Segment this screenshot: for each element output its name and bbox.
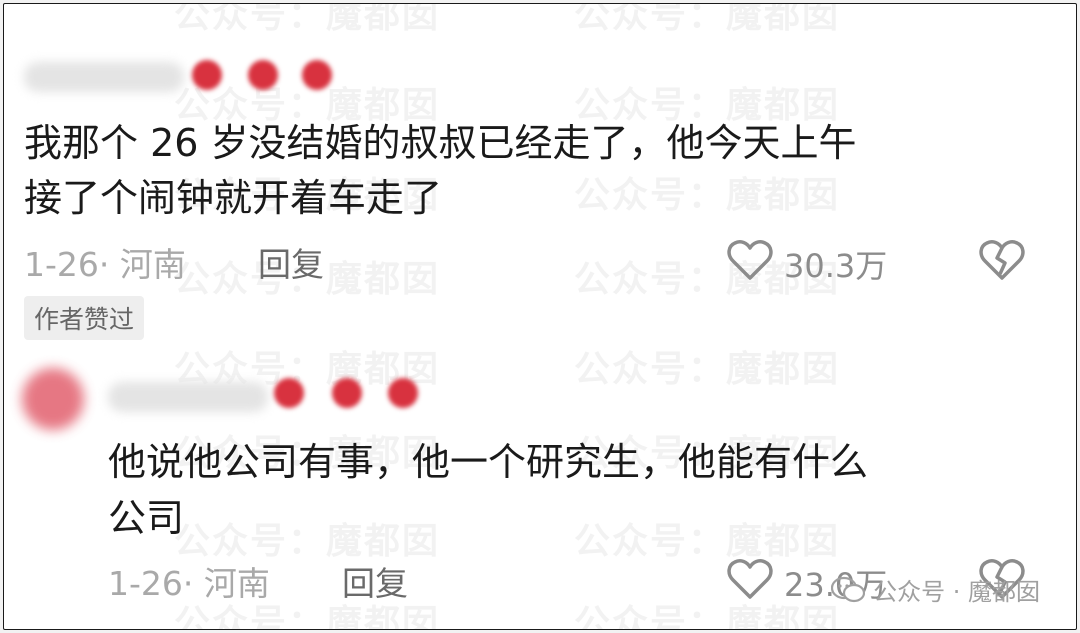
redaction-dot (274, 378, 304, 408)
like-count: 30.3万 (784, 247, 888, 285)
heart-outline-icon[interactable] (726, 238, 774, 282)
comment-text-line: 公司 (108, 496, 185, 540)
comment-date-location: 1-26· 河南 (108, 564, 270, 603)
watermark-text: 公众号：魔都囡 (574, 349, 841, 390)
comment-text-line: 我那个 26 岁没结婚的叔叔已经走了，他今天上午 (24, 121, 857, 165)
heart-outline-icon[interactable] (726, 557, 774, 601)
author-liked-badge: 作者赞过 (24, 296, 145, 340)
watermark-text: 公众号：魔都囡 (574, 521, 841, 562)
redaction-dot (248, 60, 278, 90)
comment-panel: 公众号：魔都囡 公众号：魔都囡 公众号：魔都囡 公众号：魔都囡 公众号：魔都囡 … (3, 3, 1077, 630)
username-redacted (108, 382, 268, 412)
redaction-dot (388, 378, 418, 408)
wechat-icon (831, 576, 866, 602)
footer-watermark-text: 公众号 · 魔都囡 (873, 578, 1040, 606)
redaction-dot (302, 60, 332, 90)
comment-text-line: 他说他公司有事，他一个研究生，他能有什么 (108, 440, 869, 484)
broken-heart-icon[interactable] (978, 238, 1026, 282)
username-redacted (24, 62, 184, 92)
watermark-text: 公众号：魔都囡 (574, 3, 841, 36)
redaction-dot (332, 378, 362, 408)
comment-date-location: 1-26· 河南 (24, 245, 186, 284)
redaction-dot (192, 60, 222, 90)
avatar[interactable] (22, 368, 84, 430)
reply-button[interactable]: 回复 (342, 557, 408, 605)
comment-text-line: 接了个闹钟就开着车走了 (24, 176, 443, 220)
watermark-text: 公众号：魔都囡 (574, 175, 841, 216)
watermark-text: 公众号：魔都囡 (174, 3, 441, 36)
reply-button[interactable]: 回复 (258, 238, 324, 286)
footer-watermark: 公众号 · 魔都囡 (831, 572, 1040, 607)
